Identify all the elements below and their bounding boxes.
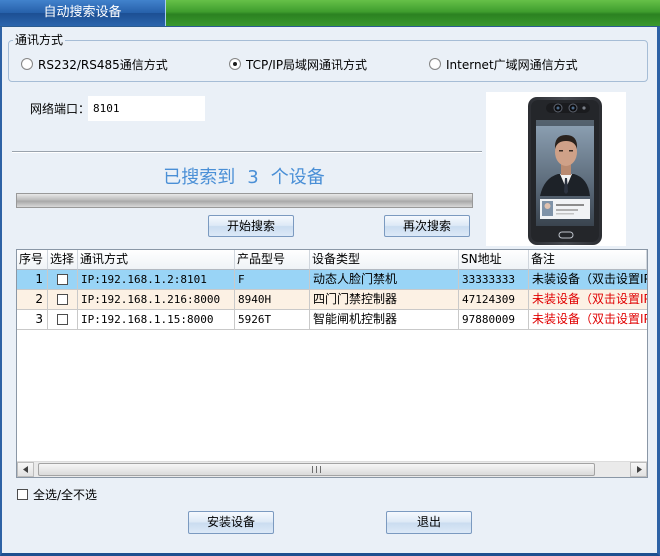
row-index-cell: 1 [17,270,48,290]
grip-icon [312,466,321,473]
select-all-checkbox[interactable] [17,489,28,500]
row-checkbox[interactable] [57,314,68,325]
table-row[interactable]: 1 IP:192.168.1.2:8101 F 动态人脸门禁机 33333333… [17,270,647,290]
info-card [540,199,590,219]
column-header-index[interactable]: 序号 [17,250,48,270]
face-terminal-illustration [528,97,602,245]
row-checkbox[interactable] [57,294,68,305]
column-header-comm[interactable]: 通讯方式 [78,250,235,270]
camera-module [546,103,590,113]
radio-circle-internet-wan[interactable] [429,58,441,70]
scroll-left-icon [22,466,28,473]
remark-cell: 未装设备（双击设置IP [529,270,647,290]
device-type-cell: 智能闸机控制器 [310,310,459,330]
select-all-label[interactable]: 全选/全不选 [33,487,97,503]
separator-line [12,151,482,153]
scrollbar-thumb[interactable] [38,463,595,476]
radio-circle-rs232-rs485[interactable] [21,58,33,70]
scroll-right-button[interactable] [630,462,647,477]
sn-cell: 97880009 [459,310,529,330]
window-title-tab[interactable]: 自动搜索设备 [0,0,166,26]
search-status: 已搜索到 3 个设备 [16,166,472,190]
column-header-device-type[interactable]: 设备类型 [310,250,459,270]
port-input[interactable] [88,96,205,121]
device-image [486,92,626,246]
radio-tcp-ip-lan[interactable]: TCP/IP局域网通讯方式 [229,57,368,72]
sn-cell: 47124309 [459,290,529,310]
scroll-left-button[interactable] [17,462,34,477]
comm-address-cell: IP:192.168.1.216:8000 [78,290,235,310]
product-model-cell: 5926T [235,310,310,330]
radio-circle-tcp-ip-lan[interactable] [229,58,241,70]
comm-address-cell: IP:192.168.1.15:8000 [78,310,235,330]
search-status-suffix: 个设备 [270,167,325,188]
row-select-cell [48,270,78,290]
search-status-prefix: 已搜索到 [163,167,236,188]
column-header-sn[interactable]: SN地址 [459,250,529,270]
sn-cell: 33333333 [459,270,529,290]
product-model-cell: 8940H [235,290,310,310]
scroll-right-icon [636,466,642,473]
horizontal-scrollbar[interactable] [17,461,647,477]
title-bar[interactable]: 自动搜索设备 [0,0,660,27]
column-header-select[interactable]: 选择 [48,250,78,270]
window-title: 自动搜索设备 [43,5,122,20]
row-index-cell: 2 [17,290,48,310]
comm-mode-group-label: 通讯方式 [13,32,66,48]
search-again-button[interactable]: 再次搜索 [384,215,470,237]
remark-cell: 未装设备（双击设置IP [529,290,647,310]
start-search-button[interactable]: 开始搜索 [208,215,294,237]
remark-cell: 未装设备（双击设置IP [529,310,647,330]
row-select-cell [48,290,78,310]
row-checkbox[interactable] [57,274,68,285]
radio-rs232-rs485[interactable]: RS232/RS485通信方式 [21,57,168,72]
row-select-cell [48,310,78,330]
table-header: 序号 选择 通讯方式 产品型号 设备类型 SN地址 备注 [17,250,647,270]
device-type-cell: 动态人脸门禁机 [310,270,459,290]
comm-address-cell: IP:192.168.1.2:8101 [78,270,235,290]
port-label: 网络端口： [30,102,91,116]
radio-label-internet-wan: Internet广域网通信方式 [446,57,578,72]
table-row[interactable]: 2 IP:192.168.1.216:8000 8940H 四门门禁控制器 47… [17,290,647,310]
search-progress-bar [16,193,473,208]
device-table[interactable]: 序号 选择 通讯方式 产品型号 设备类型 SN地址 备注 1 IP:192.16… [16,249,648,478]
radio-label-tcp-ip-lan: TCP/IP局域网通讯方式 [246,57,368,72]
product-model-cell: F [235,270,310,290]
exit-button[interactable]: 退出 [386,511,472,534]
column-header-model[interactable]: 产品型号 [235,250,310,270]
install-device-button[interactable]: 安装设备 [188,511,274,534]
device-type-cell: 四门门禁控制器 [310,290,459,310]
radio-label-rs232-rs485: RS232/RS485通信方式 [38,57,168,72]
device-count: 3 [247,167,259,188]
radio-internet-wan[interactable]: Internet广域网通信方式 [429,57,578,72]
row-index-cell: 3 [17,310,48,330]
table-row[interactable]: 3 IP:192.168.1.15:8000 5926T 智能闸机控制器 978… [17,310,647,330]
column-header-remark[interactable]: 备注 [529,250,647,270]
